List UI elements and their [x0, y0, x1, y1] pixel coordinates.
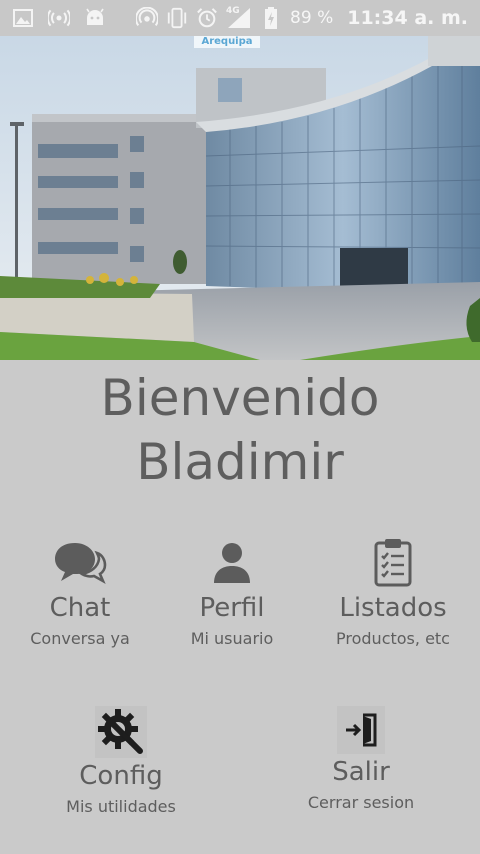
logout-button[interactable]: Salir Cerrar sesion: [286, 706, 436, 814]
android-icon: [84, 7, 106, 29]
profile-label: Perfil: [199, 593, 265, 623]
listings-button[interactable]: Listados Productos, etc: [318, 534, 468, 650]
clock: 11:34 a. m.: [347, 7, 468, 29]
welcome-heading: Bienvenido Bladimir: [0, 366, 480, 494]
profile-subtitle: Mi usuario: [190, 629, 274, 648]
logout-subtitle: Cerrar sesion: [307, 793, 415, 812]
building-illustration: [0, 36, 480, 360]
config-label: Config: [79, 761, 163, 791]
image-icon: [12, 7, 34, 29]
profile-button[interactable]: Perfil Mi usuario: [162, 534, 302, 650]
chat-button[interactable]: Chat Conversa ya: [10, 534, 150, 650]
alarm-icon: [196, 7, 218, 29]
clipboard-list-icon: [365, 534, 421, 590]
chat-label: Chat: [49, 593, 111, 623]
network-type-label: 4G: [226, 6, 240, 16]
config-subtitle: Mis utilidades: [66, 797, 176, 816]
wireless-icon: [48, 7, 70, 29]
welcome-line: Bienvenido: [100, 369, 380, 427]
chat-subtitle: Conversa ya: [30, 629, 130, 648]
vibrate-icon: [166, 7, 188, 29]
status-bar: 4G 89 % 11:34 a. m.: [0, 0, 480, 36]
user-icon: [204, 534, 260, 590]
chat-bubbles-icon: [52, 534, 108, 590]
battery-charging-icon: [260, 7, 282, 29]
listings-subtitle: Productos, etc: [336, 629, 450, 648]
listings-label: Listados: [339, 593, 447, 623]
signal-icon: 4G: [226, 6, 252, 29]
hotspot-icon: [136, 7, 159, 29]
config-button[interactable]: Config Mis utilidades: [46, 706, 196, 818]
logout-door-icon: [337, 706, 385, 754]
hero-image: Arequipa: [0, 36, 480, 360]
battery-percentage: 89 %: [290, 8, 334, 28]
user-name: Bladimir: [136, 433, 344, 491]
logout-label: Salir: [332, 757, 390, 787]
building-sign: Arequipa: [194, 36, 260, 48]
settings-tools-icon: [95, 706, 147, 758]
